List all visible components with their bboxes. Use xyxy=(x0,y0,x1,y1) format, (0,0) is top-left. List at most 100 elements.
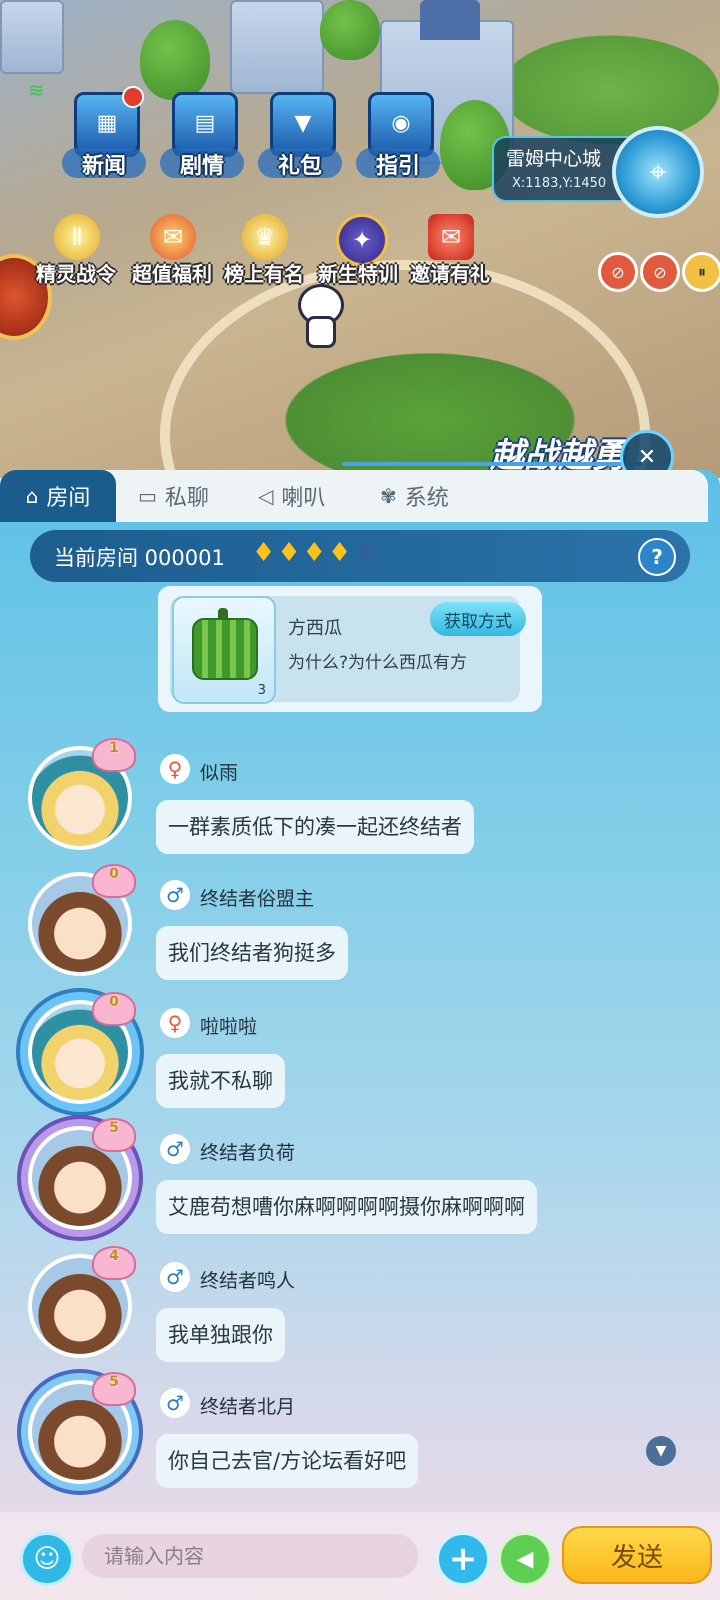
help-button[interactable]: ? xyxy=(638,538,676,576)
avatar[interactable]: 0 xyxy=(28,992,136,1104)
level-badge: 4 xyxy=(92,1246,136,1280)
flame-icon: ♦ xyxy=(277,538,303,568)
chat-message: 5 ♂ 终结者负荷 艾鹿苟想嘈你麻啊啊啊啊摄你麻啊啊啊 xyxy=(0,1118,720,1252)
item-name: 方西瓜 xyxy=(288,618,342,639)
battle-pass-icon: Ⅱ xyxy=(54,214,100,260)
horn-icon: ◀ xyxy=(516,1546,534,1572)
invite-button[interactable]: ✉ 邀请有礼 xyxy=(402,214,498,294)
avatar[interactable]: 4 xyxy=(28,1246,136,1358)
private-chat-icon: ▭ xyxy=(138,484,157,508)
avatar[interactable]: 5 xyxy=(28,1372,136,1484)
gift-pack-label: 礼包 xyxy=(277,154,322,179)
female-icon: ♀ xyxy=(160,1008,190,1038)
chat-input[interactable] xyxy=(82,1534,418,1578)
chat-message: 5 ♂ 终结者北月 你自己去官/方论坛看好吧 xyxy=(0,1372,720,1506)
current-room: 当前房间 000001 xyxy=(54,546,225,570)
avatar[interactable]: 1 xyxy=(28,738,136,850)
gift-pack-button[interactable]: ▼ 礼包 xyxy=(252,86,348,186)
item-quantity: 3 xyxy=(257,683,266,698)
room-heat: ♦♦♦♦♦ xyxy=(252,538,379,568)
welfare-icon: ✉ xyxy=(150,214,196,260)
invite-icon: ✉ xyxy=(428,214,474,260)
item-thumbnail: 3 xyxy=(172,596,276,704)
scene-progress-line xyxy=(342,462,642,466)
story-icon: ▤ xyxy=(172,92,238,154)
plus-icon: + xyxy=(448,1539,478,1579)
battle-pass-button[interactable]: Ⅱ 精灵战令 xyxy=(28,214,124,294)
home-icon: ⌂ xyxy=(25,484,39,508)
coordinates: X:1183,Y:1450 xyxy=(512,176,607,191)
tab-room[interactable]: ⌂ 房间 xyxy=(0,470,116,522)
tab-room-label: 房间 xyxy=(46,486,91,511)
tab-horn[interactable]: ◁ 喇叭 xyxy=(258,470,325,522)
message-text: 我单独跟你 xyxy=(156,1308,285,1362)
game-scene[interactable]: ≋ ▦ 新闻 ▤ 剧情 ▼ 礼包 ◉ 指引 Ⅱ 精灵战令 ✉ 超值福利 ♛ 榜上… xyxy=(0,0,720,478)
story-label: 剧情 xyxy=(179,154,224,179)
horn-icon: ◁ xyxy=(258,484,274,508)
scroll-down-icon[interactable]: ▼ xyxy=(646,1436,676,1466)
notification-dot xyxy=(122,86,144,108)
message-text: 我们终结者狗挺多 xyxy=(156,926,348,980)
username[interactable]: 终结者俗盟主 xyxy=(200,884,314,911)
username[interactable]: 终结者北月 xyxy=(200,1392,295,1419)
username[interactable]: 终结者鸣人 xyxy=(200,1266,295,1293)
building xyxy=(230,0,324,94)
welfare-button[interactable]: ✉ 超值福利 xyxy=(124,214,220,294)
battle-pass-label: 精灵战令 xyxy=(36,262,116,286)
tab-system[interactable]: ✾ 系统 xyxy=(380,470,449,522)
username[interactable]: 啦啦啦 xyxy=(200,1012,257,1039)
flame-icon: ♦ xyxy=(302,538,328,568)
chat-message: 0 ♀ 啦啦啦 我就不私聊 xyxy=(0,992,720,1126)
city-name: 雷姆中心城 xyxy=(506,148,602,170)
chat-message: 1 ♀ 似雨 一群素质低下的凑一起还终结者 xyxy=(0,738,720,872)
male-icon: ♂ xyxy=(160,880,190,910)
tab-private[interactable]: ▭ 私聊 xyxy=(138,470,209,522)
female-icon: ♀ xyxy=(160,754,190,784)
news-label: 新闻 xyxy=(81,154,126,179)
guide-label: 指引 xyxy=(375,154,420,179)
avatar[interactable]: 5 xyxy=(28,1118,136,1230)
message-text: 我就不私聊 xyxy=(156,1054,285,1108)
message-text: 你自己去官/方论坛看好吧 xyxy=(156,1434,419,1488)
system-icon: ✾ xyxy=(380,484,397,508)
level-badge: 5 xyxy=(92,1372,136,1406)
gift-pack-icon: ▼ xyxy=(270,92,336,154)
wifi-icon: ≋ xyxy=(28,78,45,102)
chat-tabbar: ⌂ 房间 ▭ 私聊 ◁ 喇叭 ✾ 系统 xyxy=(0,470,708,522)
news-button[interactable]: ▦ 新闻 xyxy=(56,86,152,186)
smile-icon: ☺ xyxy=(33,1544,61,1574)
flame-icon: ♦ xyxy=(252,538,278,568)
flame-icon: ♦ xyxy=(327,538,354,568)
avatar[interactable]: 0 xyxy=(28,864,136,976)
tree xyxy=(320,0,380,60)
pause-icon[interactable]: ⏸ xyxy=(682,252,720,292)
invite-label: 邀请有礼 xyxy=(410,262,490,286)
tab-private-label: 私聊 xyxy=(164,486,209,511)
building-roof xyxy=(420,0,480,40)
get-method-button[interactable]: 获取方式 xyxy=(430,602,526,636)
emoji-button[interactable]: ☺ xyxy=(20,1532,74,1586)
level-badge: 1 xyxy=(92,738,136,772)
item-card[interactable]: 3 方西瓜 为什么?为什么西瓜有方 获取方式 xyxy=(158,586,542,712)
input-bar: ☺ + ◀ 发送 xyxy=(0,1512,720,1600)
flame-empty-icon: ♦ xyxy=(353,538,379,568)
no-entry-icon[interactable]: ⊘ xyxy=(598,252,638,292)
story-button[interactable]: ▤ 剧情 xyxy=(154,86,250,186)
chat-panel: ⌂ 房间 ▭ 私聊 ◁ 喇叭 ✾ 系统 当前房间 000001 ♦♦♦♦♦ ? … xyxy=(0,470,720,1600)
send-button[interactable]: 发送 xyxy=(562,1526,712,1584)
chat-message: 0 ♂ 终结者俗盟主 我们终结者狗挺多 xyxy=(0,864,720,998)
guide-button[interactable]: ◉ 指引 xyxy=(350,86,446,186)
no-entry-icon[interactable]: ⊘ xyxy=(640,252,680,292)
level-badge: 5 xyxy=(92,1118,136,1152)
watermelon-icon xyxy=(192,618,258,680)
username[interactable]: 似雨 xyxy=(200,758,238,785)
chat-message: 4 ♂ 终结者鸣人 我单独跟你 xyxy=(0,1246,720,1380)
item-description: 为什么?为什么西瓜有方 xyxy=(288,653,468,673)
map-button[interactable]: ⌖ xyxy=(612,126,704,218)
voice-button[interactable]: ◀ xyxy=(498,1532,552,1586)
level-badge: 0 xyxy=(92,992,136,1026)
add-button[interactable]: + xyxy=(436,1532,490,1586)
username[interactable]: 终结者负荷 xyxy=(200,1138,295,1165)
level-badge: 0 xyxy=(92,864,136,898)
pet-character[interactable] xyxy=(290,270,346,348)
